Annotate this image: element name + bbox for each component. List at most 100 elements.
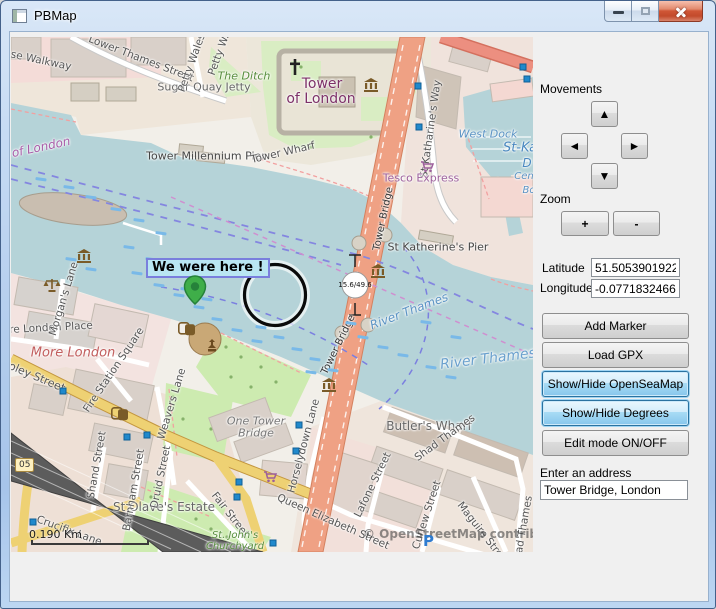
traffic-signal-icon xyxy=(60,388,67,395)
water-dash xyxy=(133,218,144,222)
traffic-signal-icon xyxy=(144,432,151,439)
water-dash xyxy=(35,177,46,181)
water-dash xyxy=(450,335,461,339)
client-area: se Walkway Sugar Quay JettyLower Thames S… xyxy=(9,31,709,602)
longitude-input[interactable] xyxy=(591,279,680,298)
left-arrow-icon: ◄ xyxy=(569,139,581,153)
minimize-button[interactable] xyxy=(604,1,632,22)
bridge-clearance-label: 15.6/49.6 xyxy=(338,281,372,289)
minimize-icon xyxy=(613,11,624,14)
map-label: Sugar Quay Jetty xyxy=(157,82,250,93)
water-dash xyxy=(85,267,96,271)
water-dash xyxy=(309,357,320,361)
load-gpx-button[interactable]: Load GPX xyxy=(542,342,689,368)
map-label: Tower Millennium Pier xyxy=(146,151,266,162)
move-down-button[interactable]: ▼ xyxy=(591,163,618,189)
water-dash xyxy=(85,195,96,199)
maximize-icon xyxy=(641,7,650,15)
zoom-label: Zoom xyxy=(540,192,571,206)
traffic-signal-icon xyxy=(520,64,527,71)
water-dash xyxy=(397,353,408,357)
latitude-input[interactable] xyxy=(591,258,680,277)
move-right-button[interactable]: ► xyxy=(621,133,648,159)
maximize-button[interactable] xyxy=(632,1,659,22)
zoom-in-button[interactable]: + xyxy=(561,211,609,236)
map-label: Bridge xyxy=(238,428,274,439)
map-label: Churchyard xyxy=(206,542,264,552)
water-dash xyxy=(110,207,121,211)
water-dash xyxy=(231,328,242,332)
move-up-button[interactable]: ▲ xyxy=(591,101,618,127)
longitude-label: Longitude xyxy=(540,281,593,295)
traffic-signal-icon xyxy=(293,448,300,455)
water-dash xyxy=(291,347,302,351)
water-dash xyxy=(153,283,164,287)
map-scale-bar xyxy=(31,540,149,545)
map-label: Tesco Express xyxy=(383,173,460,184)
map-label: Tower Wharf xyxy=(250,141,316,166)
map-label: St Katherine's Pier xyxy=(388,242,489,253)
water-dash xyxy=(420,320,431,324)
map-label: Shand Street xyxy=(86,430,108,499)
water-dash xyxy=(445,375,456,379)
map-label: Lower Thames Street xyxy=(87,37,195,84)
map-marker-popup[interactable]: We were here ! xyxy=(146,258,270,278)
map-attribution: © OpenStreetMap contributors xyxy=(363,527,533,541)
map-label: River Thames xyxy=(368,291,449,332)
latitude-label: Latitude xyxy=(542,261,585,275)
water-dash xyxy=(255,325,266,329)
map-label: Lafone Street xyxy=(353,451,393,519)
map-label: Horselydown Lane xyxy=(286,398,321,494)
water-dash xyxy=(131,271,142,275)
map-label: More London xyxy=(31,347,116,360)
zoom-out-button[interactable]: - xyxy=(613,211,660,236)
traffic-signal-icon xyxy=(270,540,277,547)
map-label: The Ditch xyxy=(218,71,271,82)
map-label: D xyxy=(522,157,531,169)
traffic-signal-icon xyxy=(124,434,131,441)
caption-buttons xyxy=(604,1,703,22)
water-dash xyxy=(251,339,262,343)
close-button[interactable] xyxy=(659,1,703,22)
map-label: River Thames xyxy=(439,346,533,372)
water-dash xyxy=(193,305,204,309)
water-dash xyxy=(211,317,222,321)
map-label: St-Ka xyxy=(503,142,533,155)
right-arrow-icon: ► xyxy=(629,139,641,153)
road-ref-badge: 05 xyxy=(15,458,34,472)
map-label: Shad Thames xyxy=(512,495,533,552)
traffic-signal-icon xyxy=(415,83,422,90)
map-label: Fire Station Square xyxy=(82,326,146,415)
app-icon xyxy=(12,9,27,23)
map-overlays: se Walkway Sugar Quay JettyLower Thames S… xyxy=(11,37,533,552)
traffic-signal-icon xyxy=(416,124,423,131)
add-marker-button[interactable]: Add Marker xyxy=(542,313,689,339)
traffic-signal-icon xyxy=(236,479,243,486)
water-dash xyxy=(63,185,74,189)
toggle-openseamap-button[interactable]: Show/Hide OpenSeaMap xyxy=(542,371,689,397)
close-icon xyxy=(675,6,687,17)
down-arrow-icon: ▼ xyxy=(599,169,611,183)
window-title: PBMap xyxy=(34,8,77,23)
water-dash xyxy=(65,257,76,261)
map-label: Tower xyxy=(302,77,343,91)
parking-icon: P xyxy=(423,532,434,550)
water-dash xyxy=(377,345,388,349)
titlebar[interactable]: PBMap xyxy=(1,1,715,31)
map-label: Queen Elizabeth Street xyxy=(275,493,390,552)
map-label: se Walkway xyxy=(11,49,72,72)
water-dash xyxy=(357,335,368,339)
map-label: oley Street xyxy=(11,360,67,394)
water-dash xyxy=(425,365,436,369)
map-label: Cen xyxy=(514,172,533,182)
traffic-signal-icon xyxy=(524,76,531,83)
map-label: Weavers Lane xyxy=(156,367,188,441)
map-label: Barnham Street xyxy=(122,448,147,532)
edit-mode-button[interactable]: Edit mode ON/OFF xyxy=(542,430,689,456)
address-input[interactable] xyxy=(540,480,688,500)
toggle-degrees-button[interactable]: Show/Hide Degrees xyxy=(542,400,689,426)
map-canvas[interactable]: se Walkway Sugar Quay JettyLower Thames S… xyxy=(11,37,533,552)
map-label: St. John's xyxy=(212,531,258,541)
app-window: PBMap xyxy=(0,0,716,609)
move-left-button[interactable]: ◄ xyxy=(561,133,588,159)
